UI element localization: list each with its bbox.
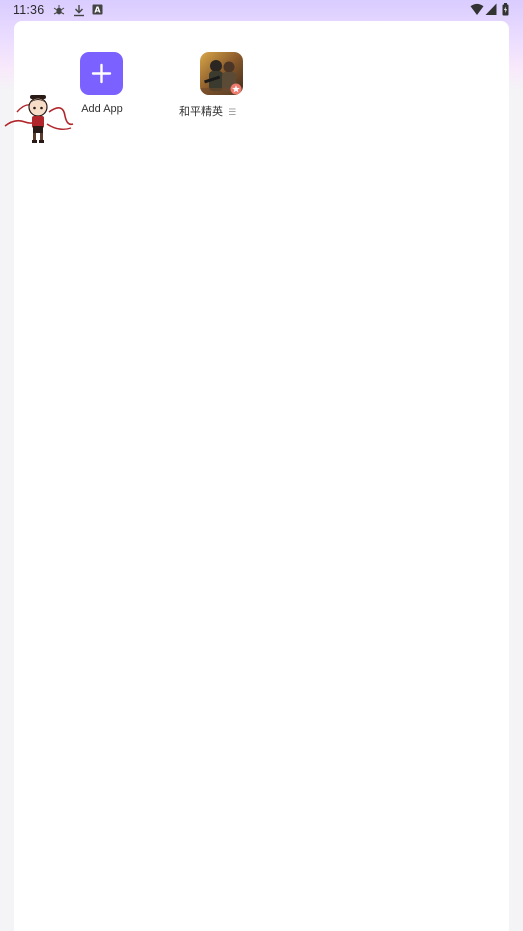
star-badge-icon	[230, 82, 242, 95]
bug-icon	[53, 4, 65, 19]
download-icon	[73, 4, 85, 20]
app-name: 和平精英	[179, 106, 223, 118]
floating-mascot-widget[interactable]	[3, 92, 75, 146]
add-app-icon-tile[interactable]	[80, 52, 123, 95]
battery-icon	[502, 3, 509, 19]
wifi-icon	[470, 3, 484, 19]
svg-text:A: A	[94, 6, 101, 15]
status-time: 11:36	[13, 3, 45, 17]
game-icon[interactable]	[200, 52, 243, 95]
app-panel: Add App 和平精英 ☰	[14, 21, 509, 931]
app-menu-indicator: ☰	[228, 107, 237, 117]
mascot-icon	[3, 95, 75, 150]
status-bar: 11:36 A	[0, 0, 523, 21]
app-item-peace-elite[interactable]: 和平精英 ☰	[177, 52, 267, 122]
cell-signal-icon	[485, 3, 497, 19]
keyboard-a-icon: A	[92, 4, 103, 18]
app-label: 和平精英 ☰	[179, 103, 269, 119]
